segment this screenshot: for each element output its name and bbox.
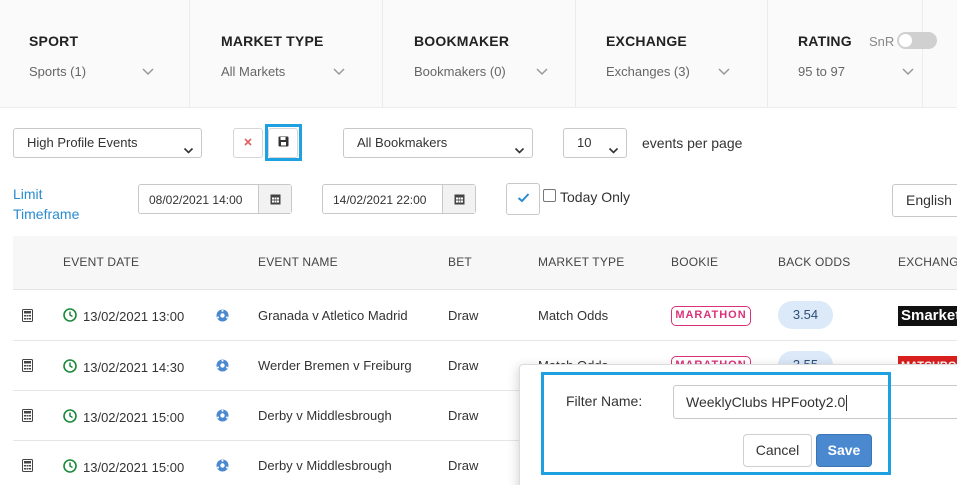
filter-bookmaker-value: Bookmakers (0): [414, 64, 506, 79]
market-type: Match Odds: [538, 308, 609, 323]
event-name[interactable]: Derby v Middlesbrough: [258, 458, 392, 473]
event-date: 13/02/2021 15:00: [83, 410, 185, 425]
per-page-select[interactable]: 10: [563, 128, 627, 158]
chevron-down-icon: [141, 64, 155, 78]
chevron-down-icon: [901, 64, 915, 78]
apply-timeframe-button[interactable]: [506, 183, 540, 215]
bet: Draw: [448, 308, 479, 323]
filter-bar: SPORT Sports (1) MARKET TYPE All Markets…: [0, 0, 957, 108]
header-event-name[interactable]: EVENT NAME: [258, 255, 338, 269]
chevron-down-icon: [332, 64, 346, 78]
snr-label: SnR: [869, 34, 895, 49]
header-market-type[interactable]: MARKET TYPE: [538, 255, 624, 269]
bet: Draw: [448, 358, 479, 373]
select-arrow-icon: [608, 138, 619, 154]
soccer-ball-icon: [216, 459, 229, 472]
calendar-icon[interactable]: [442, 185, 475, 213]
filter-market-type-title: MARKET TYPE: [221, 33, 324, 49]
filter-sport-title: SPORT: [29, 33, 79, 49]
clock-icon: [63, 459, 77, 473]
check-icon: [517, 190, 530, 208]
calendar-icon[interactable]: [258, 185, 291, 213]
per-page-value: 10: [577, 135, 592, 150]
toggle-knob: [899, 34, 912, 47]
header-exchange[interactable]: EXCHANGE: [898, 255, 957, 269]
header-bet[interactable]: BET: [448, 255, 472, 269]
filter-sport-value: Sports (1): [29, 64, 87, 79]
filter-sport[interactable]: SPORT Sports (1): [0, 0, 190, 108]
exchange-logo[interactable]: Smarkets: [898, 306, 957, 326]
event-date: 13/02/2021 13:00: [83, 309, 185, 324]
event-name[interactable]: Werder Bremen v Freiburg: [258, 358, 412, 373]
clock-icon: [63, 409, 77, 423]
filter-market-type-value: All Markets: [221, 64, 286, 79]
header-event-date[interactable]: EVENT DATE: [63, 255, 139, 269]
limit-timeframe-link[interactable]: Limit Timeframe: [13, 184, 93, 224]
filter-market-type[interactable]: MARKET TYPE All Markets: [190, 0, 383, 108]
back-odds[interactable]: 3.54: [778, 301, 833, 329]
header-bookie[interactable]: BOOKIE: [671, 255, 718, 269]
dialog-highlight: [541, 372, 891, 475]
bookmakers-select-value: All Bookmakers: [357, 135, 448, 150]
per-page-label: events per page: [642, 135, 743, 151]
today-only-label: Today Only: [560, 189, 631, 205]
language-select[interactable]: English: [892, 184, 957, 217]
table-header: EVENT DATE EVENT NAME BET MARKET TYPE BO…: [13, 236, 957, 290]
filter-rating-title: RATING: [798, 33, 852, 49]
event-date: 13/02/2021 15:00: [83, 460, 185, 475]
filter-rating[interactable]: RATING 95 to 97: [768, 0, 923, 108]
snr-toggle[interactable]: [897, 32, 937, 49]
calculator-icon[interactable]: [22, 309, 33, 322]
bookmakers-select[interactable]: All Bookmakers: [343, 128, 533, 158]
event-name[interactable]: Derby v Middlesbrough: [258, 408, 392, 423]
bet: Draw: [448, 458, 479, 473]
save-button-highlight: [265, 124, 302, 161]
soccer-ball-icon: [216, 359, 229, 372]
select-arrow-icon: [514, 138, 525, 154]
filter-bookmaker[interactable]: BOOKMAKER Bookmakers (0): [383, 0, 576, 108]
date-from-value: 08/02/2021 14:00: [149, 193, 243, 207]
table-row[interactable]: 13/02/2021 13:00 Granada v Atletico Madr…: [13, 291, 957, 341]
filter-exchange-title: EXCHANGE: [606, 33, 687, 49]
language-value: English: [906, 192, 952, 208]
select-arrow-icon: [183, 138, 194, 154]
saved-filter-select[interactable]: High Profile Events: [13, 128, 202, 158]
event-name[interactable]: Granada v Atletico Madrid: [258, 308, 408, 323]
saved-filter-value: High Profile Events: [27, 135, 138, 150]
soccer-ball-icon: [216, 309, 229, 322]
header-back-odds[interactable]: BACK ODDS: [778, 255, 850, 269]
clock-icon: [63, 359, 77, 373]
date-to-input[interactable]: 14/02/2021 22:00: [322, 184, 476, 214]
filter-rating-value: 95 to 97: [798, 64, 845, 79]
filter-exchange-value: Exchanges (3): [606, 64, 690, 79]
calculator-icon[interactable]: [22, 359, 33, 372]
today-only-checkbox[interactable]: [543, 189, 556, 202]
chevron-down-icon: [717, 64, 731, 78]
bookie-logo[interactable]: MARATHON: [671, 306, 751, 326]
clock-icon: [63, 308, 77, 322]
calculator-icon[interactable]: [22, 409, 33, 422]
event-date: 13/02/2021 14:30: [83, 360, 185, 375]
date-to-value: 14/02/2021 22:00: [333, 193, 427, 207]
filter-exchange[interactable]: EXCHANGE Exchanges (3): [576, 0, 768, 108]
close-icon: [243, 134, 253, 152]
filter-bookmaker-title: BOOKMAKER: [414, 33, 510, 49]
soccer-ball-icon: [216, 409, 229, 422]
clear-filter-button[interactable]: [233, 128, 263, 158]
calculator-icon[interactable]: [22, 459, 33, 472]
date-from-input[interactable]: 08/02/2021 14:00: [138, 184, 292, 214]
chevron-down-icon: [535, 64, 549, 78]
bet: Draw: [448, 408, 479, 423]
